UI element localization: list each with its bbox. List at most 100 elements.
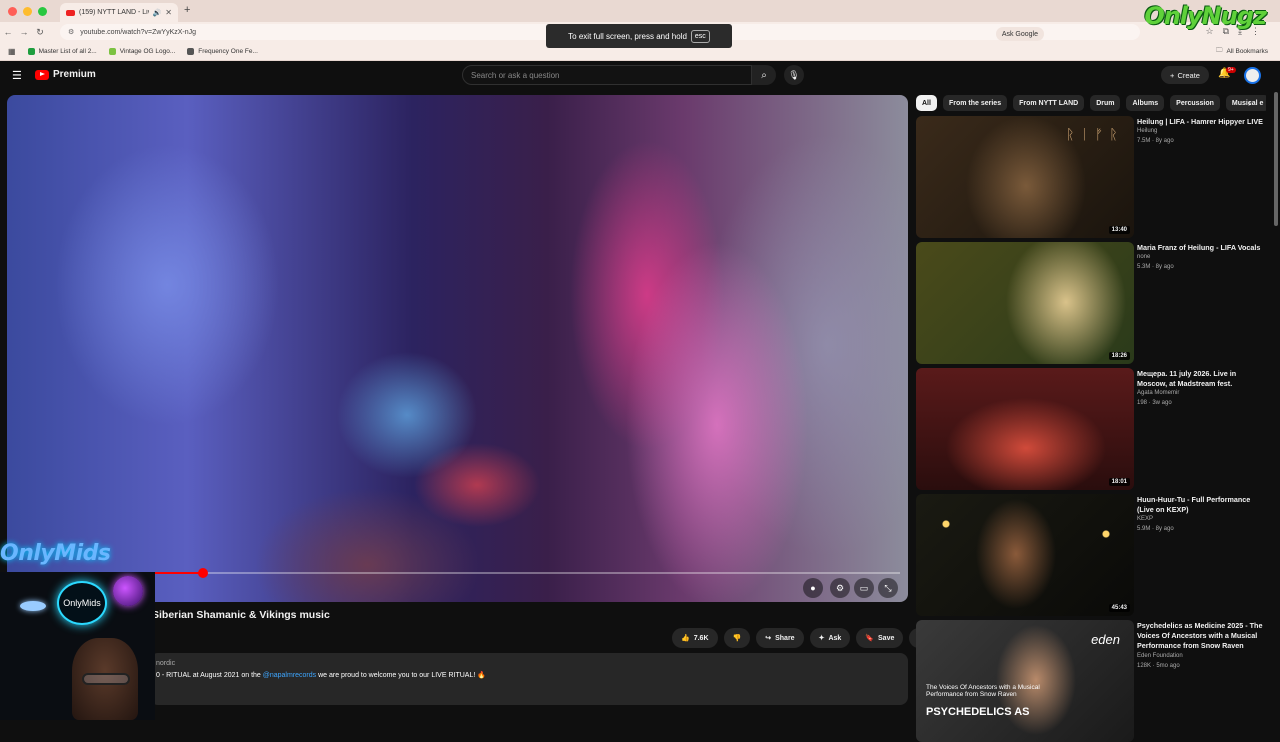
video-player[interactable] bbox=[7, 95, 908, 602]
list-item[interactable]: 18:26 Maria Franz of Heilung - LIFA Voca… bbox=[916, 242, 1268, 364]
create-label: Create bbox=[1177, 70, 1200, 80]
chip-musical[interactable]: Musical e bbox=[1225, 95, 1266, 111]
search-icon[interactable]: ⌕ bbox=[752, 65, 776, 85]
rec-title[interactable]: Maria Franz of Heilung - LIFA Vocals bbox=[1137, 243, 1267, 253]
chip-all[interactable]: All bbox=[916, 95, 937, 111]
ufo-icon bbox=[20, 601, 46, 611]
folder-icon: 🗀 bbox=[1215, 46, 1223, 54]
hamburger-menu-icon[interactable]: ☰ bbox=[12, 69, 22, 82]
ask-button[interactable]: ✦ Ask bbox=[809, 628, 851, 648]
ask-google-label: Ask Google bbox=[1001, 30, 1038, 38]
like-button[interactable]: 👍 7.6K bbox=[672, 628, 718, 648]
rec-meta: 198 · 3w ago bbox=[1137, 400, 1172, 406]
sheets-icon bbox=[27, 47, 35, 55]
progress-fill bbox=[150, 572, 203, 574]
thumbs-up-icon: 👍 bbox=[681, 635, 690, 642]
save-label: Save bbox=[878, 634, 895, 642]
fullscreen-toast-text: To exit full screen, press and hold bbox=[568, 31, 687, 41]
minimize-window-button[interactable] bbox=[23, 6, 32, 16]
reload-icon[interactable]: ↻ bbox=[32, 27, 48, 38]
rec-title[interactable]: Мещера. 11 july 2026. Live in Moscow, at… bbox=[1137, 369, 1267, 389]
bookmark-label: Vintage OG Logo... bbox=[119, 47, 176, 55]
chip-albums[interactable]: Albums bbox=[1126, 95, 1165, 111]
bookmark-label: Master List of all 2... bbox=[38, 47, 97, 55]
forward-icon[interactable]: → bbox=[16, 27, 32, 37]
notification-count-badge: 9+ bbox=[1226, 67, 1236, 73]
chip-from-series[interactable]: From the series bbox=[942, 95, 1008, 111]
settings-gear-icon[interactable]: ⚙ bbox=[830, 578, 850, 598]
thumbs-down-icon: 👎 bbox=[732, 635, 742, 642]
rec-meta: 7.5M · 8y ago bbox=[1137, 138, 1174, 144]
rec-channel[interactable]: KEXP bbox=[1137, 516, 1153, 522]
chip-percussion[interactable]: Percussion bbox=[1170, 95, 1220, 111]
bookmark-item[interactable]: Vintage OG Logo... bbox=[108, 47, 176, 55]
bookmark-icon: 🔖 bbox=[865, 635, 875, 642]
like-count: 7.6K bbox=[693, 634, 709, 642]
video-thumbnail[interactable]: 45:43 bbox=[916, 494, 1134, 616]
bookmark-item[interactable]: Frequency One Fe... bbox=[187, 47, 258, 55]
esc-key-label: esc bbox=[690, 29, 710, 43]
plus-icon: + bbox=[1170, 70, 1175, 80]
bookmark-item[interactable]: Master List of all 2... bbox=[27, 47, 97, 55]
rec-channel[interactable]: none bbox=[1137, 254, 1150, 260]
chip-from-channel[interactable]: From NYTT LAND bbox=[1013, 95, 1085, 111]
video-thumbnail[interactable]: 18:26 bbox=[916, 242, 1134, 364]
dislike-button[interactable]: 👎 bbox=[723, 628, 751, 648]
back-icon[interactable]: ← bbox=[0, 27, 16, 37]
share-button[interactable]: ↪ Share bbox=[756, 628, 804, 648]
description-box[interactable]: nordic 0 - RITUAL at August 2021 on the … bbox=[150, 653, 908, 705]
youtube-header: ☰ Premium Search or ask a question ⌕ 🎙 +… bbox=[0, 61, 1280, 89]
miniplayer-icon[interactable]: ▭ bbox=[854, 578, 874, 598]
rec-title[interactable]: Psychedelics as Medicine 2025 - The Voic… bbox=[1137, 621, 1267, 651]
video-actions: 👍7.6K 👎 ↪Share ✦Ask 🔖Save ⋯ bbox=[672, 628, 930, 648]
duration-badge: 13:40 bbox=[1108, 226, 1130, 234]
list-item[interactable]: ᚱᛁᚠᚱ 13:40 Heilung | LIFA - Hamrer Hippy… bbox=[916, 116, 1268, 238]
autoplay-toggle-icon[interactable]: ● bbox=[803, 578, 823, 598]
zoom-window-button[interactable] bbox=[38, 6, 47, 16]
list-item[interactable]: 45:43 Huun-Huur-Tu - Full Performance (L… bbox=[916, 494, 1268, 616]
close-tab-icon[interactable]: ✕ bbox=[165, 8, 172, 17]
filter-chips: All From the series From NYTT LAND Drum … bbox=[916, 95, 1266, 111]
account-avatar[interactable] bbox=[1244, 67, 1261, 84]
list-item[interactable]: eden The Voices Of Ancestors with a Musi… bbox=[916, 620, 1268, 742]
browser-tab-active[interactable]: (159) NYTT LAND - Live i 🔊 ✕ bbox=[60, 3, 178, 22]
video-thumbnail[interactable]: eden The Voices Of Ancestors with a Musi… bbox=[916, 620, 1134, 742]
list-item[interactable]: 18:01 Мещера. 11 july 2026. Live in Mosc… bbox=[916, 368, 1268, 490]
duration-badge: 45:43 bbox=[1108, 604, 1130, 612]
search-input[interactable]: Search or ask a question bbox=[462, 65, 752, 85]
rune-decoration-icon: ᚱᛁᚠᚱ bbox=[1066, 126, 1124, 142]
apps-grid-icon[interactable]: ▦ bbox=[8, 47, 16, 56]
youtube-favicon-icon bbox=[66, 9, 75, 16]
new-tab-button[interactable]: + bbox=[184, 4, 190, 16]
rec-title[interactable]: Heilung | LIFA - Hamrer Hippyer LIVE bbox=[1137, 117, 1267, 127]
all-bookmarks-button[interactable]: 🗀 All Bookmarks bbox=[1216, 46, 1268, 57]
site-info-icon[interactable]: ⚙ bbox=[68, 28, 74, 36]
mention-link[interactable]: @napalmrecords bbox=[263, 672, 316, 679]
video-thumbnail[interactable]: 18:01 bbox=[916, 368, 1134, 490]
close-window-button[interactable] bbox=[8, 6, 17, 16]
description-text-end: we are proud to welcome you to our LIVE … bbox=[316, 672, 486, 679]
ask-google-button[interactable]: Ask Google bbox=[995, 27, 1044, 41]
save-button[interactable]: 🔖 Save bbox=[856, 628, 904, 648]
chip-drum[interactable]: Drum bbox=[1090, 95, 1121, 111]
rec-channel[interactable]: Agata Momemir bbox=[1137, 390, 1179, 396]
video-thumbnail[interactable]: ᚱᛁᚠᚱ 13:40 bbox=[916, 116, 1134, 238]
rec-meta: 128K · 5mo ago bbox=[1137, 663, 1180, 669]
bookmark-favicon-icon bbox=[108, 47, 116, 55]
rec-channel[interactable]: Heilung bbox=[1137, 128, 1157, 134]
brand-label: Premium bbox=[53, 69, 96, 80]
scrollbar[interactable] bbox=[1274, 92, 1278, 226]
all-bookmarks-label: All Bookmarks bbox=[1226, 47, 1268, 55]
fullscreen-toast: To exit full screen, press and hold esc bbox=[546, 24, 732, 48]
progress-scrubber-handle[interactable] bbox=[197, 568, 208, 578]
exit-fullscreen-icon[interactable]: ⤡ bbox=[878, 578, 898, 598]
video-progress-bar[interactable] bbox=[150, 568, 900, 578]
create-button[interactable]: + Create bbox=[1161, 66, 1209, 84]
rec-channel[interactable]: Eden Foundation bbox=[1137, 653, 1183, 659]
chevron-right-icon[interactable]: › bbox=[1248, 98, 1251, 108]
speaker-icon: 🔊 bbox=[152, 9, 162, 17]
youtube-premium-logo[interactable]: Premium bbox=[35, 69, 96, 80]
microphone-icon[interactable]: 🎙 bbox=[784, 65, 804, 85]
description-line: 0 - RITUAL at August 2021 on the @napalm… bbox=[156, 671, 486, 679]
rec-title[interactable]: Huun-Huur-Tu - Full Performance (Live on… bbox=[1137, 495, 1267, 515]
